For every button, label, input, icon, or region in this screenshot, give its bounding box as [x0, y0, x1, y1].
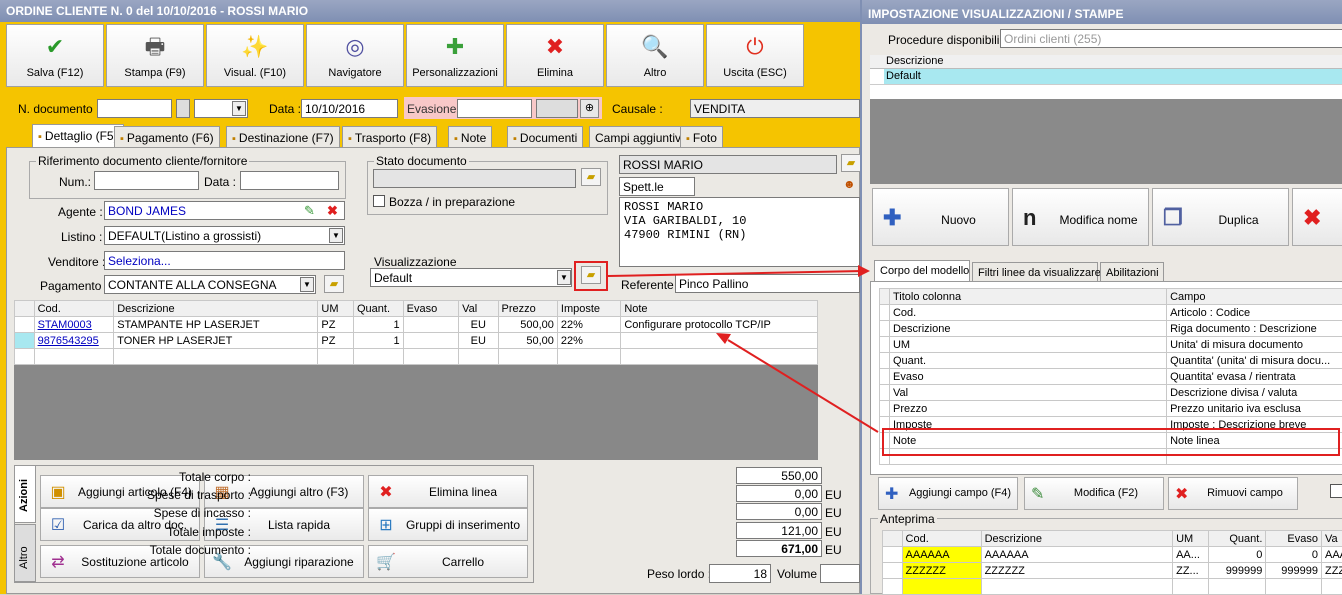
arrow-head — [858, 265, 870, 277]
annotation-arrows — [0, 0, 1342, 594]
arrow-line — [728, 340, 878, 432]
arrow-head — [716, 333, 731, 344]
arrow-line — [608, 271, 862, 276]
